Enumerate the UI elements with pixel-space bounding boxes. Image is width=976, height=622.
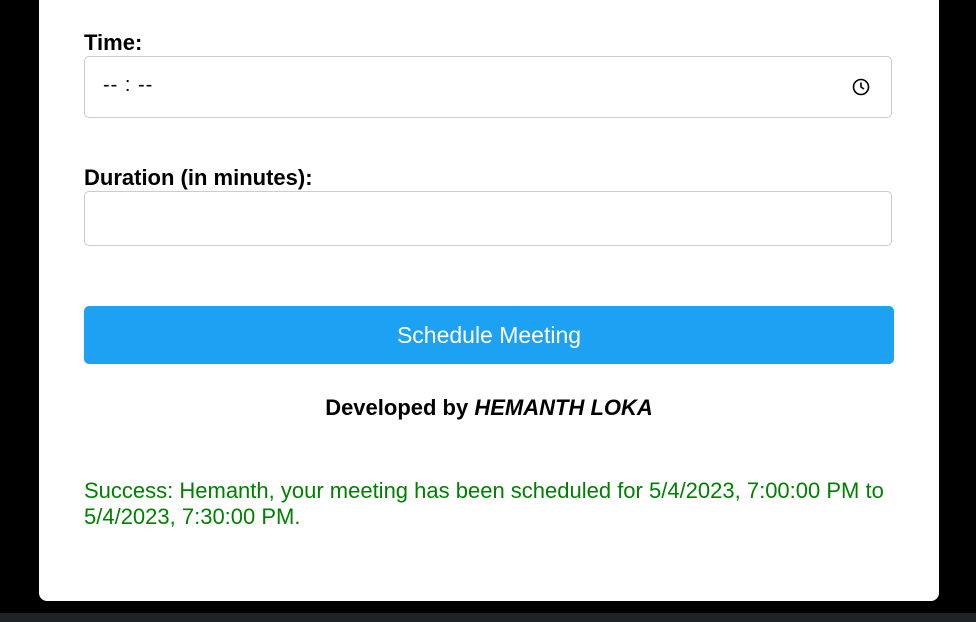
duration-input[interactable] (84, 191, 892, 246)
time-input[interactable]: -- : -- (84, 56, 892, 118)
developer-credit: Developed by HEMANTH LOKA (39, 395, 939, 421)
success-message: Success: Hemanth, your meeting has been … (84, 478, 884, 529)
time-label: Time: (84, 30, 143, 55)
bottom-bar (0, 613, 976, 622)
clock-icon[interactable] (852, 78, 870, 96)
schedule-meeting-button[interactable]: Schedule Meeting (84, 306, 894, 364)
form-card: Time: -- : -- Duration (in minutes): Sch… (39, 0, 939, 601)
duration-label: Duration (in minutes): (84, 165, 313, 190)
author-name: HEMANTH LOKA (474, 395, 653, 420)
time-value: -- : -- (103, 74, 154, 96)
developed-by-text: Developed by (325, 395, 469, 420)
